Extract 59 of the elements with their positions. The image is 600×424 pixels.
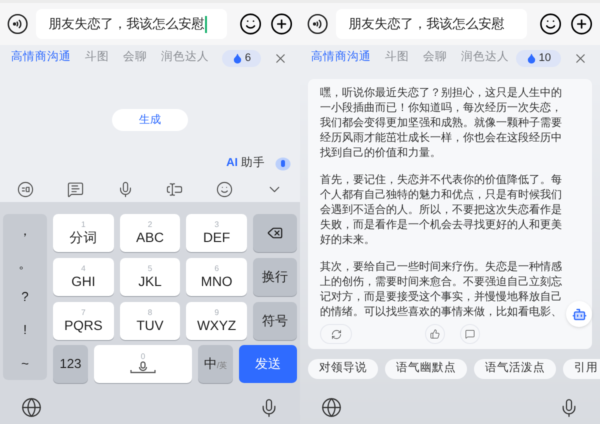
feedback-button[interactable] — [460, 324, 480, 344]
letter-key[interactable]: 9 WXYZ — [186, 302, 247, 340]
space-mic-icon — [129, 361, 157, 375]
globe-icon[interactable] — [321, 397, 342, 418]
backspace-icon — [267, 225, 283, 241]
newline-key[interactable]: 换行 — [253, 258, 297, 296]
globe-icon[interactable] — [21, 397, 42, 418]
category-tab[interactable]: 高情商沟通 — [311, 49, 371, 67]
assistant-icon[interactable] — [275, 157, 291, 171]
message-input[interactable]: 朋友失恋了，我该怎么安慰 — [36, 9, 227, 39]
drop-icon — [232, 52, 243, 64]
bot-icon — [572, 306, 586, 322]
letter-key[interactable]: 1 分词 — [53, 214, 114, 252]
suggestion-chip[interactable]: 对领导说 — [308, 359, 378, 379]
voice-icon[interactable] — [307, 13, 328, 35]
numbers-key[interactable]: 123 — [53, 345, 88, 383]
response-paragraph: 其次，要给自己一些时间来疗伤。失恋是一种情感上的创伤，需要时间来愈合。不要强迫自己立刻忘记对方，而是要接受这个事实，并慢慢地释放自己的情绪。可以找些喜欢的事情来做，比如看电影、 — [320, 260, 563, 320]
letter-key[interactable]: 6 MNO — [186, 258, 247, 296]
category-tab[interactable]: 高情商沟通 — [11, 49, 71, 67]
letter-key[interactable]: 4 GHI — [53, 258, 114, 296]
regenerate-button[interactable] — [320, 324, 352, 344]
backspace-key[interactable] — [253, 214, 297, 252]
message-input[interactable]: 朋友失恋了，我该怎么安慰 — [336, 9, 527, 39]
text-bubble-icon[interactable] — [17, 180, 34, 198]
punctuation-key[interactable]: ! — [3, 314, 47, 347]
response-paragraph: 嘿，听说你最近失恋了？别担心，这只是人生中的一小段插曲而已！你知道吗，每次经历一次失恋，我们都会变得更加坚强和成熟。就像一颗种子需要经历风雨才能茁壮成长一样，你也会在这段经历中找到自己的价值和力量。 — [320, 86, 563, 161]
emoji-icon[interactable] — [216, 180, 234, 198]
drop-icon — [526, 52, 537, 64]
letter-key[interactable]: 7 PQRS — [53, 302, 114, 340]
suggestion-chip[interactable]: 语气活泼点 — [474, 359, 556, 379]
send-key[interactable]: 发送 — [239, 345, 297, 383]
language-key[interactable]: 中/英 — [198, 345, 233, 383]
message-icon[interactable] — [66, 180, 84, 198]
punctuation-key[interactable]: ， — [3, 214, 47, 248]
speech-bubble-icon — [465, 329, 475, 339]
letter-key[interactable]: 8 TUV — [120, 302, 180, 340]
generate-button[interactable]: 生成 — [112, 109, 188, 131]
refresh-icon — [330, 328, 342, 340]
like-button[interactable] — [425, 324, 445, 344]
thumbs-up-icon — [430, 329, 440, 339]
suggestion-chip[interactable]: 语气幽默点 — [385, 359, 467, 379]
credits-badge: 10 — [516, 50, 561, 66]
symbol-key[interactable]: 符号 — [253, 302, 297, 340]
letter-key[interactable]: 2 ABC — [120, 214, 180, 252]
punctuation-key[interactable]: 。 — [3, 247, 47, 280]
emoji-icon[interactable] — [538, 12, 562, 36]
add-icon[interactable] — [270, 12, 293, 36]
suggestion-chip[interactable]: 引用 — [563, 359, 600, 379]
letter-key[interactable]: 3 DEF — [186, 214, 247, 252]
emoji-icon[interactable] — [238, 12, 262, 36]
letter-key[interactable]: 5 JKL — [120, 258, 180, 296]
voice-icon[interactable] — [7, 13, 28, 35]
credits-badge: 6 — [222, 50, 261, 66]
cursor-icon[interactable] — [166, 180, 184, 198]
add-icon[interactable] — [570, 12, 593, 36]
response-paragraph: 首先，要记住，失恋并不代表你的价值降低了。每个人都有自己独特的魅力和优点，只是有时候我们会遇到不适合的人。所以，不要把这次失恋看作是失败，而是看作是一个机会去寻找更好的人和更美好的未来。 — [320, 173, 563, 248]
ai-assistant-label[interactable]: AI 助手 — [226, 155, 265, 173]
punctuation-key[interactable]: ~ — [3, 346, 47, 380]
punctuation-key[interactable]: ? — [3, 280, 47, 314]
